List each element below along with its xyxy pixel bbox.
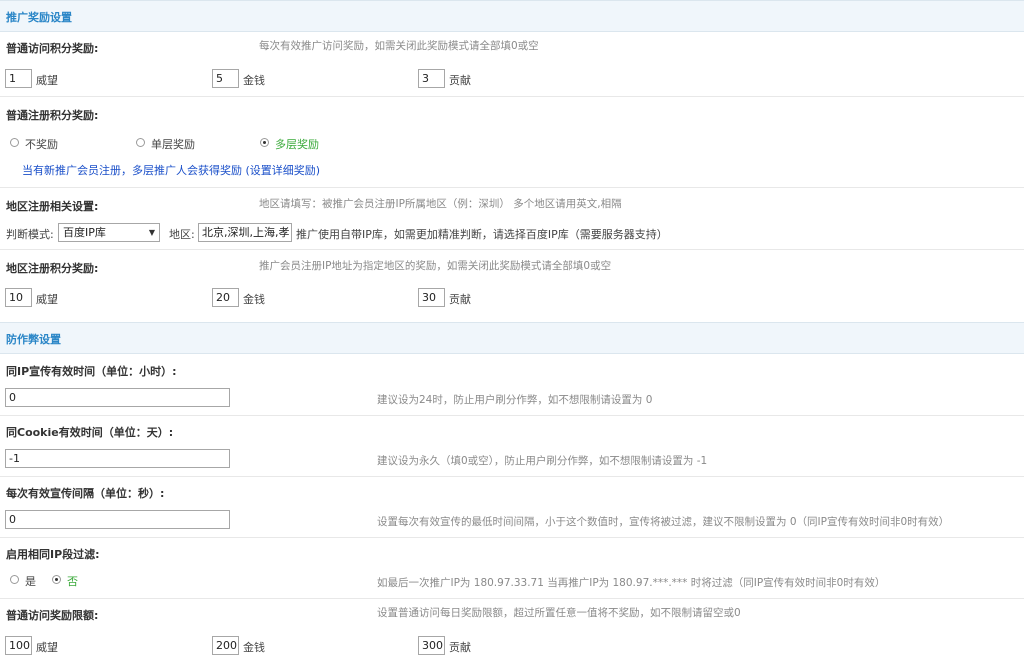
judge-mode-value: 百度IP库 xyxy=(63,226,106,239)
ip-filter-yes-radio[interactable] xyxy=(10,575,19,584)
visit-limit-label: 普通访问奖励限额: xyxy=(6,609,99,622)
judge-mode-label: 判断模式: xyxy=(6,228,54,241)
divider xyxy=(0,537,1024,538)
divider xyxy=(0,415,1024,416)
region-note: 推广使用自带IP库，如需更加精准判断，请选择百度IP库（需要服务器支持） xyxy=(296,228,668,241)
visit-jinqian-input[interactable]: 5 xyxy=(212,69,239,88)
limit-gongxian-unit: 贡献 xyxy=(449,641,471,654)
ip-filter-no-radio[interactable] xyxy=(52,575,61,584)
divider xyxy=(0,96,1024,97)
region-settings-hint: 地区请填写：被推广会员注册IP所属地区（例：深圳） 多个地区请用英文,相隔 xyxy=(259,198,622,210)
cookie-time-input[interactable]: -1 xyxy=(5,449,230,468)
reg-detail-note[interactable]: 当有新推广会员注册，多层推广人会获得奖励 (设置详细奖励) xyxy=(22,162,320,178)
limit-gongxian-input[interactable]: 300 xyxy=(418,636,445,655)
visit-reward-hint: 每次有效推广访问奖励，如需关闭此奖励模式请全部填0或空 xyxy=(259,40,539,52)
reg-option-single-radio[interactable] xyxy=(136,138,145,147)
region-weiwang-unit: 威望 xyxy=(36,293,58,306)
visit-jinqian-unit: 金钱 xyxy=(243,74,265,87)
reg-option-multi-label[interactable]: 多层奖励 xyxy=(275,136,319,152)
promo-section-header: 推广奖励设置 xyxy=(0,0,1024,32)
divider xyxy=(0,476,1024,477)
ip-filter-yes-label[interactable]: 是 xyxy=(25,573,36,589)
register-reward-label: 普通注册积分奖励: xyxy=(6,109,99,122)
limit-jinqian-unit: 金钱 xyxy=(243,641,265,654)
region-jinqian-unit: 金钱 xyxy=(243,293,265,306)
limit-weiwang-input[interactable]: 100 xyxy=(5,636,32,655)
ip-time-input[interactable]: 0 xyxy=(5,388,230,407)
anti-cheat-section-header: 防作弊设置 xyxy=(0,322,1024,354)
judge-mode-select[interactable]: 百度IP库 ▼ xyxy=(58,223,160,242)
visit-reward-label: 普通访问积分奖励: xyxy=(6,42,99,55)
visit-gongxian-unit: 贡献 xyxy=(449,74,471,87)
region-gongxian-unit: 贡献 xyxy=(449,293,471,306)
limit-jinqian-input[interactable]: 200 xyxy=(212,636,239,655)
anti-cheat-section-title: 防作弊设置 xyxy=(6,333,61,346)
chevron-down-icon: ▼ xyxy=(148,228,155,237)
region-input[interactable]: 北京,深圳,上海,孝感 xyxy=(198,223,292,242)
reg-option-none-radio[interactable] xyxy=(10,138,19,147)
visit-limit-hint: 设置普通访问每日奖励限额，超过所置任意一值将不奖励，如不限制请留空或0 xyxy=(377,607,741,619)
region-settings-label: 地区注册相关设置: xyxy=(6,200,99,213)
ip-filter-no-label[interactable]: 否 xyxy=(67,573,78,589)
cookie-time-label: 同Cookie有效时间（单位：天）: xyxy=(6,426,174,439)
limit-weiwang-unit: 威望 xyxy=(36,641,58,654)
reg-option-none-label[interactable]: 不奖励 xyxy=(25,136,58,152)
region-reward-label: 地区注册积分奖励: xyxy=(6,262,99,275)
region-weiwang-input[interactable]: 10 xyxy=(5,288,32,307)
ip-filter-label: 启用相同IP段过滤: xyxy=(6,548,100,561)
region-reward-hint: 推广会员注册IP地址为指定地区的奖励，如需关闭此奖励模式请全部填0或空 xyxy=(259,260,612,272)
reg-option-single-label[interactable]: 单层奖励 xyxy=(151,136,195,152)
divider xyxy=(0,598,1024,599)
visit-gongxian-input[interactable]: 3 xyxy=(418,69,445,88)
ip-filter-hint: 如最后一次推广IP为 180.97.33.71 当再推广IP为 180.97.*… xyxy=(377,577,886,589)
interval-input[interactable]: 0 xyxy=(5,510,230,529)
ip-time-hint: 建议设为24时，防止用户刷分作弊，如不想限制请设置为 0 xyxy=(377,394,653,406)
visit-weiwang-unit: 威望 xyxy=(36,74,58,87)
divider xyxy=(0,249,1024,250)
visit-weiwang-input[interactable]: 1 xyxy=(5,69,32,88)
reg-option-multi-radio[interactable] xyxy=(260,138,269,147)
promo-section-title: 推广奖励设置 xyxy=(6,11,72,24)
cookie-time-hint: 建议设为永久（填0或空），防止用户刷分作弊，如不想限制请设置为 -1 xyxy=(377,455,708,467)
region-field-label: 地区: xyxy=(169,228,195,241)
region-jinqian-input[interactable]: 20 xyxy=(212,288,239,307)
ip-time-label: 同IP宣传有效时间（单位：小时）: xyxy=(6,365,177,378)
interval-label: 每次有效宣传间隔（单位：秒）: xyxy=(6,487,165,500)
interval-hint: 设置每次有效宣传的最低时间间隔，小于这个数值时，宣传将被过滤，建议不限制设置为 … xyxy=(377,516,950,528)
divider xyxy=(0,187,1024,188)
region-gongxian-input[interactable]: 30 xyxy=(418,288,445,307)
